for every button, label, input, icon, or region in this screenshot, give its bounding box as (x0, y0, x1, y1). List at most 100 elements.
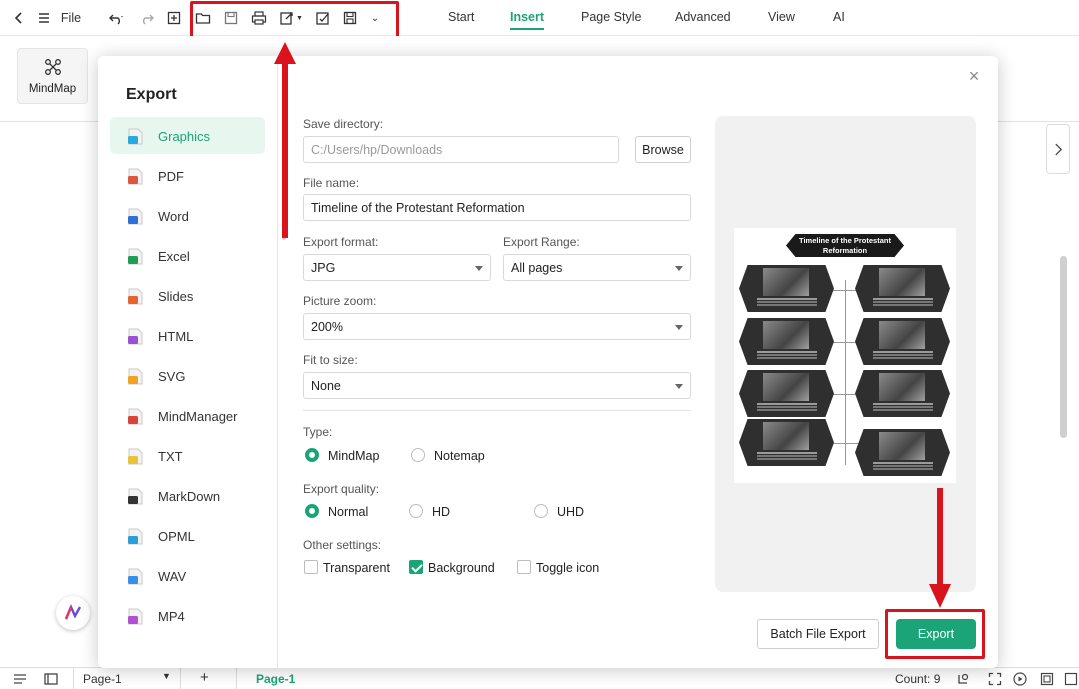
format-item-slides[interactable]: Slides (110, 277, 265, 314)
file-name-label: File name: (303, 176, 360, 190)
fit-icon[interactable] (956, 672, 970, 686)
quality-normal-radio[interactable] (305, 504, 319, 518)
page-select-caret-icon[interactable]: ▼ (162, 671, 171, 681)
tab-ai[interactable]: AI (833, 10, 845, 24)
toggle-icon-label[interactable]: Toggle icon (536, 561, 599, 575)
quality-hd-radio[interactable] (409, 504, 423, 518)
canvas-scrollbar[interactable] (1060, 256, 1067, 438)
export-quality-label: Export quality: (303, 482, 380, 496)
tab-view[interactable]: View (768, 10, 795, 24)
dialog-title: Export (126, 86, 177, 103)
graphics-file-icon (128, 128, 143, 145)
menu-icon[interactable] (35, 8, 53, 28)
right-panel-toggle[interactable] (1046, 124, 1070, 174)
slides-file-icon (128, 288, 143, 305)
picture-zoom-label: Picture zoom: (303, 294, 377, 308)
dropdown-caret-icon (475, 266, 483, 271)
timeline-node (739, 370, 834, 417)
format-item-label: MindManager (158, 409, 238, 424)
format-item-markdown[interactable]: MarkDown (110, 477, 265, 514)
preview-title: Timeline of the Protestant Reformation (786, 234, 904, 257)
export-range-label: Export Range: (503, 235, 580, 249)
outline-icon[interactable] (12, 672, 28, 686)
tab-page-style[interactable]: Page Style (581, 10, 641, 24)
format-list: Export Graphics PDF Word Excel Slides HTML SVG… (98, 56, 278, 668)
fit-to-size-select[interactable]: None (303, 372, 691, 399)
add-page-icon[interactable]: + (200, 669, 209, 686)
format-item-label: HTML (158, 329, 194, 344)
other-settings-label: Other settings: (303, 538, 382, 552)
fit-to-size-label: Fit to size: (303, 353, 358, 367)
page-select[interactable]: Page-1 (83, 672, 122, 686)
background-checkbox[interactable] (409, 560, 423, 574)
tab-start[interactable]: Start (448, 10, 474, 24)
type-notemap-radio[interactable] (411, 448, 425, 462)
picture-zoom-select[interactable]: 200% (303, 313, 691, 340)
redo-icon[interactable] (138, 8, 156, 28)
transparent-checkbox[interactable] (304, 560, 318, 574)
format-item-opml[interactable]: OPML (110, 517, 265, 554)
status-divider (180, 668, 181, 689)
expand-icon[interactable] (1064, 672, 1078, 686)
format-item-mindmanager[interactable]: MindManager (110, 397, 265, 434)
mindmap-label: MindMap (28, 83, 77, 95)
export-format-select[interactable]: JPG (303, 254, 491, 281)
mindmap-button[interactable]: MindMap (17, 48, 88, 104)
quality-hd-label[interactable]: HD (432, 505, 450, 519)
quality-uhd-label[interactable]: UHD (557, 505, 584, 519)
timeline-node (855, 429, 950, 476)
fullscreen-icon[interactable] (988, 672, 1002, 686)
export-range-select[interactable]: All pages (503, 254, 691, 281)
mindmap-icon (44, 59, 61, 75)
type-mindmap-radio[interactable] (305, 448, 319, 462)
type-mindmap-label[interactable]: MindMap (328, 449, 379, 463)
format-item-label: OPML (158, 529, 195, 544)
transparent-label[interactable]: Transparent (323, 561, 390, 575)
file-name-input[interactable]: Timeline of the Protestant Reformation (303, 194, 691, 221)
app-logo-icon[interactable] (56, 596, 90, 630)
format-item-html[interactable]: HTML (110, 317, 265, 354)
background-label[interactable]: Background (428, 561, 495, 575)
html-file-icon (128, 328, 143, 345)
format-item-excel[interactable]: Excel (110, 237, 265, 274)
quality-uhd-radio[interactable] (534, 504, 548, 518)
timeline-node (855, 265, 950, 312)
browse-button[interactable]: Browse (635, 136, 691, 163)
page-tab[interactable]: Page-1 (256, 672, 295, 686)
format-item-label: MP4 (158, 609, 185, 624)
format-item-label: MarkDown (158, 489, 221, 504)
slides-view-icon[interactable] (43, 672, 59, 686)
format-item-label: WAV (158, 569, 187, 584)
dropdown-caret-icon (675, 325, 683, 330)
fit-to-size-value: None (311, 378, 341, 393)
format-item-wav[interactable]: WAV (110, 557, 265, 594)
type-notemap-label[interactable]: Notemap (434, 449, 485, 463)
play-icon[interactable] (1013, 672, 1027, 686)
save-directory-input[interactable]: C:/Users/hp/Downloads (303, 136, 619, 163)
timeline-node (855, 318, 950, 365)
frame-icon[interactable] (1040, 672, 1054, 686)
back-icon[interactable] (10, 8, 28, 28)
tab-insert[interactable]: Insert (510, 10, 545, 30)
file-menu[interactable]: File (58, 8, 84, 28)
format-item-txt[interactable]: TXT (110, 437, 265, 474)
format-item-label: Excel (158, 249, 190, 264)
undo-icon[interactable] (102, 8, 130, 28)
export-range-value: All pages (511, 260, 563, 275)
quality-normal-label[interactable]: Normal (328, 505, 368, 519)
format-item-mp4[interactable]: MP4 (110, 597, 265, 634)
format-item-pdf[interactable]: PDF (110, 157, 265, 194)
format-item-graphics[interactable]: Graphics (110, 117, 265, 154)
new-file-icon[interactable] (165, 8, 183, 28)
format-item-word[interactable]: Word (110, 197, 265, 234)
close-icon[interactable]: × (966, 67, 982, 85)
status-bar: Page-1 ▼ + Page-1 Count: 9 (0, 667, 1079, 689)
toggle-icon-checkbox[interactable] (517, 560, 531, 574)
tab-advanced[interactable]: Advanced (675, 10, 731, 24)
svg-file-icon (128, 368, 143, 385)
app-window: File ▼ ⌄ Start Insert Page Style Advance… (0, 0, 1079, 689)
red-arrow-down-icon (929, 488, 951, 608)
form-divider (303, 410, 691, 411)
format-item-svg[interactable]: SVG (110, 357, 265, 394)
batch-file-export-button[interactable]: Batch File Export (757, 619, 879, 649)
